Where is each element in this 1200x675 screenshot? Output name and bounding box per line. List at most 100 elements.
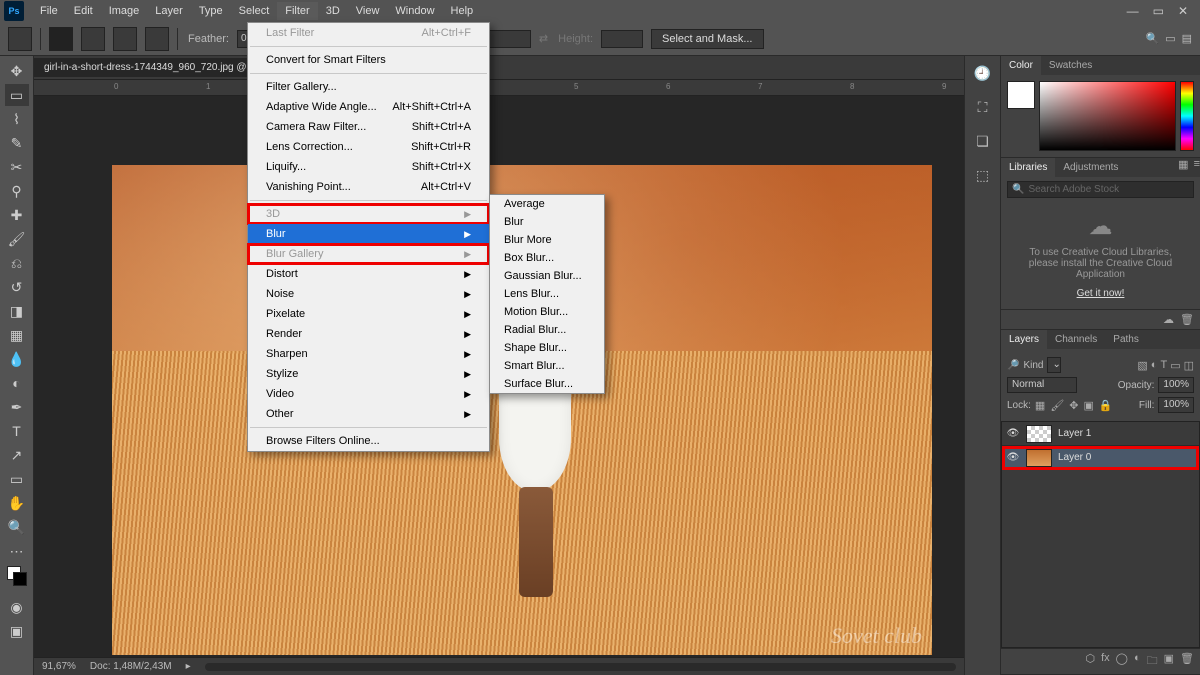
visibility-icon[interactable]: 👁 xyxy=(1006,452,1020,463)
scrollbar-horizontal[interactable] xyxy=(205,663,956,671)
menu-view[interactable]: View xyxy=(348,2,388,20)
menu-filter[interactable]: Filter xyxy=(277,2,317,20)
grid-view-icon[interactable]: ▦ xyxy=(1178,158,1188,177)
hand-tool[interactable]: ✋ xyxy=(5,492,29,514)
stock-search[interactable]: 🔍 Search Adobe Stock xyxy=(1007,181,1194,198)
marquee-new-icon[interactable] xyxy=(49,27,73,51)
screenmode-tool[interactable]: ▣ xyxy=(5,620,29,642)
eyedropper-tool[interactable]: ⚲ xyxy=(5,180,29,202)
filter-menu-convert-for-smart-filters[interactable]: Convert for Smart Filters xyxy=(248,50,489,70)
lock-all-icon[interactable]: 🔒 xyxy=(1099,399,1113,412)
dodge-tool[interactable]: ◐ xyxy=(5,372,29,394)
fx-icon[interactable]: fx xyxy=(1101,652,1110,671)
blur-submenu-lens-blur-[interactable]: Lens Blur... xyxy=(490,285,604,303)
tool-preset-icon[interactable] xyxy=(8,27,32,51)
filter-type-icon[interactable]: T xyxy=(1160,359,1167,372)
tab-adjustments[interactable]: Adjustments xyxy=(1055,158,1126,177)
crop-tool[interactable]: ✂ xyxy=(5,156,29,178)
workspace-icon[interactable]: ▤ xyxy=(1182,32,1192,45)
blur-submenu-motion-blur-[interactable]: Motion Blur... xyxy=(490,303,604,321)
hue-slider[interactable] xyxy=(1180,81,1194,151)
filter-smart-icon[interactable]: ◫ xyxy=(1184,359,1194,372)
filter-menu-filter-gallery-[interactable]: Filter Gallery... xyxy=(248,77,489,97)
path-tool[interactable]: ↗ xyxy=(5,444,29,466)
fgbg-swatch[interactable] xyxy=(5,564,29,594)
filter-menu-liquify-[interactable]: Liquify...Shift+Ctrl+X xyxy=(248,157,489,177)
menu-3d[interactable]: 3D xyxy=(318,2,348,20)
filter-menu-browse-filters-online-[interactable]: Browse Filters Online... xyxy=(248,431,489,451)
filter-menu-adaptive-wide-angle-[interactable]: Adaptive Wide Angle...Alt+Shift+Ctrl+A xyxy=(248,97,489,117)
lock-trans-icon[interactable]: ▦ xyxy=(1035,399,1045,412)
filter-menu-camera-raw-filter-[interactable]: Camera Raw Filter...Shift+Ctrl+A xyxy=(248,117,489,137)
filter-menu-stylize[interactable]: Stylize▶ xyxy=(248,364,489,384)
marquee-sub-icon[interactable] xyxy=(113,27,137,51)
kind-select[interactable]: ⌄ xyxy=(1047,357,1061,373)
layer-row[interactable]: 👁Layer 0 xyxy=(1002,446,1199,470)
filter-menu-vanishing-point-[interactable]: Vanishing Point...Alt+Ctrl+V xyxy=(248,177,489,197)
trash-icon[interactable]: 🗑 xyxy=(1180,313,1194,326)
menu-image[interactable]: Image xyxy=(101,2,148,20)
edit-toolbar[interactable]: ⋯ xyxy=(5,540,29,562)
filter-menu-noise[interactable]: Noise▶ xyxy=(248,284,489,304)
menu-select[interactable]: Select xyxy=(231,2,278,20)
blur-submenu-shape-blur-[interactable]: Shape Blur... xyxy=(490,339,604,357)
stamp-tool[interactable]: ⎌ xyxy=(5,252,29,274)
filter-menu-sharpen[interactable]: Sharpen▶ xyxy=(248,344,489,364)
history-brush-tool[interactable]: ↺ xyxy=(5,276,29,298)
type-tool[interactable]: T xyxy=(5,420,29,442)
maximize-icon[interactable]: ▭ xyxy=(1153,4,1164,18)
history-panel-icon[interactable]: 🕘 xyxy=(972,62,994,84)
quick-select-tool[interactable]: ✎ xyxy=(5,132,29,154)
zoom-level[interactable]: 91,67% xyxy=(42,661,76,672)
blur-submenu-blur-more[interactable]: Blur More xyxy=(490,231,604,249)
minimize-icon[interactable]: — xyxy=(1127,4,1139,18)
pen-tool[interactable]: ✒ xyxy=(5,396,29,418)
paragraph-panel-icon[interactable]: ⬚ xyxy=(972,164,994,186)
brush-tool[interactable]: 🖌 xyxy=(5,228,29,250)
get-it-now-link[interactable]: Get it now! xyxy=(1077,288,1125,299)
tab-swatches[interactable]: Swatches xyxy=(1041,56,1100,75)
color-field[interactable] xyxy=(1039,81,1176,151)
opacity-input[interactable]: 100% xyxy=(1158,377,1194,393)
filter-menu-render[interactable]: Render▶ xyxy=(248,324,489,344)
properties-panel-icon[interactable]: ⛶ xyxy=(972,96,994,118)
tab-libraries[interactable]: Libraries xyxy=(1001,158,1055,177)
menu-file[interactable]: File xyxy=(32,2,66,20)
filter-menu-other[interactable]: Other▶ xyxy=(248,404,489,424)
menu-edit[interactable]: Edit xyxy=(66,2,101,20)
tab-layers[interactable]: Layers xyxy=(1001,330,1047,349)
select-and-mask-button[interactable]: Select and Mask... xyxy=(651,29,764,49)
filter-menu-pixelate[interactable]: Pixelate▶ xyxy=(248,304,489,324)
filter-menu-video[interactable]: Video▶ xyxy=(248,384,489,404)
adjustment-icon[interactable]: ◐ xyxy=(1134,652,1141,671)
menu-window[interactable]: Window xyxy=(387,2,442,20)
group-icon[interactable]: 🗀 xyxy=(1147,652,1158,671)
blur-submenu-blur[interactable]: Blur xyxy=(490,213,604,231)
filter-adjust-icon[interactable]: ◐ xyxy=(1151,359,1158,372)
healing-tool[interactable]: ✚ xyxy=(5,204,29,226)
quickmask-tool[interactable]: ◉ xyxy=(5,596,29,618)
mask-icon[interactable]: ◯ xyxy=(1116,652,1128,671)
fg-color-swatch[interactable] xyxy=(1007,81,1035,109)
menu-type[interactable]: Type xyxy=(191,2,231,20)
tab-paths[interactable]: Paths xyxy=(1105,330,1147,349)
filter-menu-blur[interactable]: Blur▶ xyxy=(248,224,489,244)
new-layer-icon[interactable]: ▣ xyxy=(1164,652,1174,671)
document-tab[interactable]: girl-in-a-short-dress-1744349_960_720.jp… xyxy=(34,58,258,77)
filter-pixel-icon[interactable]: ▧ xyxy=(1137,359,1147,372)
search-icon[interactable]: 🔍 xyxy=(1145,32,1159,45)
blur-tool[interactable]: 💧 xyxy=(5,348,29,370)
layer-thumbnail[interactable] xyxy=(1026,449,1052,467)
list-view-icon[interactable]: ≡ xyxy=(1194,158,1200,177)
filter-shape-icon[interactable]: ▭ xyxy=(1170,359,1180,372)
link-layers-icon[interactable]: ⬡ xyxy=(1085,652,1095,671)
lock-pos-icon[interactable]: ✥ xyxy=(1069,399,1078,412)
layer-row[interactable]: 👁Layer 1 xyxy=(1002,422,1199,446)
blur-submenu-gaussian-blur-[interactable]: Gaussian Blur... xyxy=(490,267,604,285)
menu-layer[interactable]: Layer xyxy=(147,2,191,20)
tab-color[interactable]: Color xyxy=(1001,56,1041,75)
zoom-tool[interactable]: 🔍 xyxy=(5,516,29,538)
lock-paint-icon[interactable]: 🖌 xyxy=(1050,399,1064,412)
shape-tool[interactable]: ▭ xyxy=(5,468,29,490)
blur-submenu-box-blur-[interactable]: Box Blur... xyxy=(490,249,604,267)
